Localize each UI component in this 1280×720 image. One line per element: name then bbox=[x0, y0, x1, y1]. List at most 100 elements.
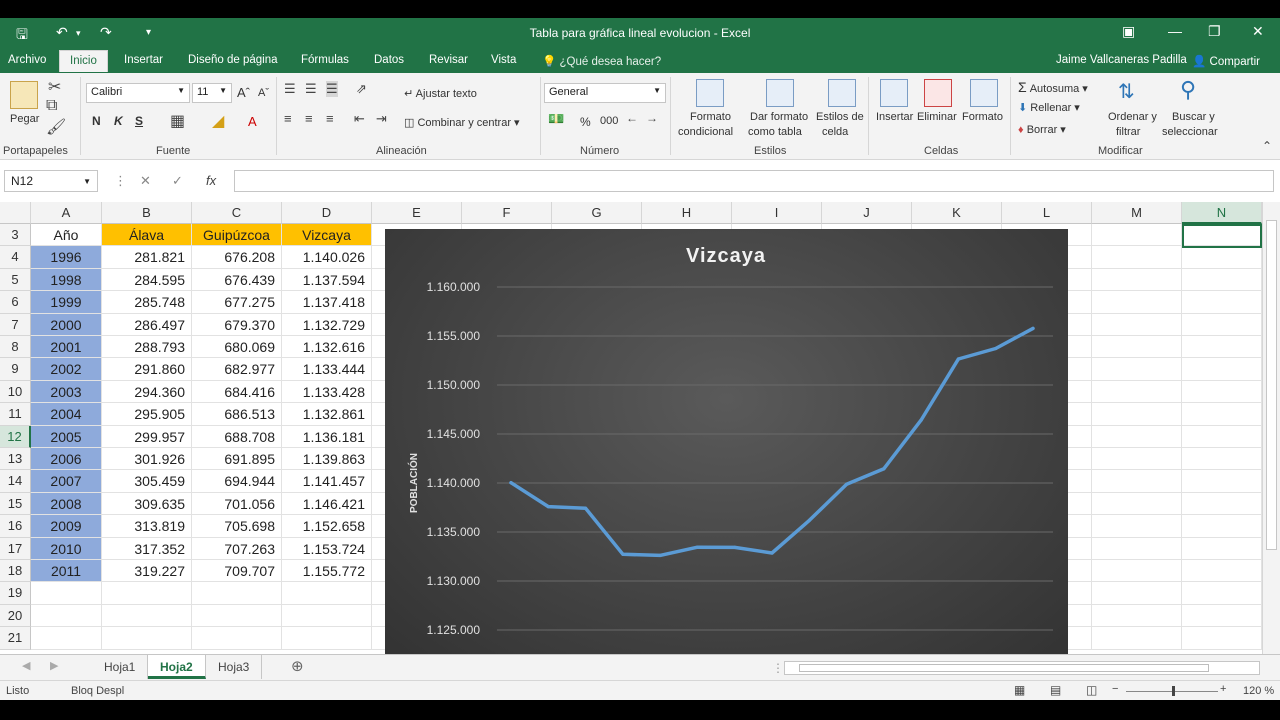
autosum-button[interactable]: Σ Autosuma ▾ bbox=[1018, 79, 1088, 95]
conditional-format-icon[interactable] bbox=[696, 79, 724, 107]
cell-a8[interactable]: 2001 bbox=[31, 336, 102, 359]
cell-b15[interactable]: 309.635 bbox=[102, 492, 192, 516]
font-name-select[interactable]: Calibri ▼ bbox=[86, 83, 190, 103]
cell-n21[interactable] bbox=[1182, 627, 1262, 650]
cell-m21[interactable] bbox=[1092, 627, 1182, 650]
cell-c6[interactable]: 677.275 bbox=[192, 291, 282, 314]
decrease-indent-icon[interactable]: ⇤ bbox=[354, 111, 365, 127]
row-header-19[interactable]: 19 bbox=[0, 582, 31, 605]
row-header-10[interactable]: 10 bbox=[0, 380, 31, 404]
cell-m17[interactable] bbox=[1092, 537, 1182, 560]
cell-b20[interactable] bbox=[102, 604, 192, 628]
cell-n4[interactable] bbox=[1182, 246, 1262, 269]
row-header-16[interactable]: 16 bbox=[0, 515, 31, 538]
cell-n6[interactable] bbox=[1182, 291, 1262, 314]
row-header-8[interactable]: 8 bbox=[0, 336, 31, 359]
share-button[interactable]: 👤 Compartir bbox=[1192, 54, 1260, 68]
cell-n20[interactable] bbox=[1182, 604, 1262, 628]
align-right-icon[interactable]: ≡ bbox=[326, 111, 334, 126]
cut-icon[interactable]: ✂ bbox=[48, 77, 61, 97]
cell-m12[interactable] bbox=[1092, 425, 1182, 448]
cell-b11[interactable]: 295.905 bbox=[102, 403, 192, 426]
cell-d18[interactable]: 1.155.772 bbox=[282, 560, 372, 583]
cell-n13[interactable] bbox=[1182, 448, 1262, 471]
cell-b5[interactable]: 284.595 bbox=[102, 268, 192, 292]
tab-vista[interactable]: Vista bbox=[491, 54, 516, 66]
cell-n8[interactable] bbox=[1182, 336, 1262, 359]
cell-d21[interactable] bbox=[282, 627, 372, 650]
cell-d17[interactable]: 1.153.724 bbox=[282, 537, 372, 560]
row-header-12[interactable]: 12 bbox=[0, 425, 31, 448]
cell-c16[interactable]: 705.698 bbox=[192, 515, 282, 538]
cell-a14[interactable]: 2007 bbox=[31, 470, 102, 493]
row-header-11[interactable]: 11 bbox=[0, 403, 31, 426]
cell-a10[interactable]: 2003 bbox=[31, 380, 102, 404]
sheet-tab-hoja2[interactable]: Hoja2 bbox=[148, 655, 206, 679]
sheet-tab-hoja1[interactable]: Hoja1 bbox=[92, 655, 149, 679]
tab-datos[interactable]: Datos bbox=[374, 54, 404, 66]
shrink-font-icon[interactable]: Aˇ bbox=[258, 87, 269, 99]
ribbon-display-icon[interactable]: ▣ bbox=[1122, 23, 1135, 40]
column-header-f[interactable]: F bbox=[462, 202, 552, 224]
insert-cells-button[interactable]: Insertar bbox=[876, 111, 913, 123]
cell-b19[interactable] bbox=[102, 582, 192, 605]
fill-color-icon[interactable]: ◢ bbox=[212, 111, 224, 131]
column-header-g[interactable]: G bbox=[552, 202, 642, 224]
delete-cells-button[interactable]: Eliminar bbox=[917, 111, 957, 123]
cell-b17[interactable]: 317.352 bbox=[102, 537, 192, 560]
font-color-icon[interactable]: A bbox=[248, 114, 257, 129]
cell-b16[interactable]: 313.819 bbox=[102, 515, 192, 538]
bold-button[interactable]: N bbox=[92, 114, 101, 128]
format-table-line1[interactable]: Dar formato bbox=[750, 111, 808, 123]
cell-c13[interactable]: 691.895 bbox=[192, 448, 282, 471]
increase-decimal-icon[interactable]: ← bbox=[626, 111, 638, 125]
row-header-17[interactable]: 17 bbox=[0, 537, 31, 560]
cell-c12[interactable]: 688.708 bbox=[192, 425, 282, 448]
minimize-icon[interactable]: — bbox=[1168, 23, 1182, 39]
cell-m20[interactable] bbox=[1092, 604, 1182, 628]
cell-d19[interactable] bbox=[282, 582, 372, 605]
column-header-m[interactable]: M bbox=[1092, 202, 1182, 224]
cell-m18[interactable] bbox=[1092, 560, 1182, 583]
conditional-format-line2[interactable]: condicional bbox=[678, 126, 733, 138]
cell-m19[interactable] bbox=[1092, 582, 1182, 605]
cell-c19[interactable] bbox=[192, 582, 282, 605]
cell-c21[interactable] bbox=[192, 627, 282, 650]
clear-button[interactable]: ♦ Borrar ▾ bbox=[1018, 123, 1066, 136]
align-bottom-icon[interactable]: ☰ bbox=[326, 81, 338, 97]
row-header-6[interactable]: 6 bbox=[0, 291, 31, 314]
cell-styles-line2[interactable]: celda bbox=[822, 126, 848, 138]
italic-button[interactable]: K bbox=[114, 114, 123, 128]
row-header-18[interactable]: 18 bbox=[0, 560, 31, 583]
cell-n18[interactable] bbox=[1182, 560, 1262, 583]
zoom-slider-handle[interactable] bbox=[1172, 686, 1175, 696]
cell-c3[interactable]: Guipúzcoa bbox=[192, 224, 282, 247]
cell-d16[interactable]: 1.152.658 bbox=[282, 515, 372, 538]
name-box[interactable]: N12 ▼ bbox=[4, 170, 98, 192]
percent-button[interactable]: % bbox=[580, 115, 591, 129]
cell-styles-line1[interactable]: Estilos de bbox=[816, 111, 864, 123]
cell-b4[interactable]: 281.821 bbox=[102, 246, 192, 269]
cell-n10[interactable] bbox=[1182, 380, 1262, 404]
tab-archivo[interactable]: Archivo bbox=[8, 54, 46, 66]
paste-icon[interactable] bbox=[10, 81, 38, 109]
row-header-4[interactable]: 4 bbox=[0, 246, 31, 269]
cell-d3[interactable]: Vizcaya bbox=[282, 224, 372, 247]
column-header-l[interactable]: L bbox=[1002, 202, 1092, 224]
cell-n17[interactable] bbox=[1182, 537, 1262, 560]
tab-diseno[interactable]: Diseño de página bbox=[188, 54, 278, 66]
cell-d7[interactable]: 1.132.729 bbox=[282, 313, 372, 336]
cell-m14[interactable] bbox=[1092, 470, 1182, 493]
cell-a6[interactable]: 1999 bbox=[31, 291, 102, 314]
select-all-corner[interactable] bbox=[0, 202, 31, 224]
formula-input[interactable] bbox=[234, 170, 1274, 192]
orientation-icon[interactable]: ⇗ bbox=[356, 81, 367, 97]
cell-d9[interactable]: 1.133.444 bbox=[282, 358, 372, 381]
cell-a15[interactable]: 2008 bbox=[31, 492, 102, 516]
cell-b12[interactable]: 299.957 bbox=[102, 425, 192, 448]
number-format-select[interactable]: General ▼ bbox=[544, 83, 666, 103]
cell-d15[interactable]: 1.146.421 bbox=[282, 492, 372, 516]
cell-a19[interactable] bbox=[31, 582, 102, 605]
format-table-line2[interactable]: como tabla bbox=[748, 126, 802, 138]
fill-button[interactable]: ⬇ Rellenar ▾ bbox=[1018, 101, 1080, 114]
